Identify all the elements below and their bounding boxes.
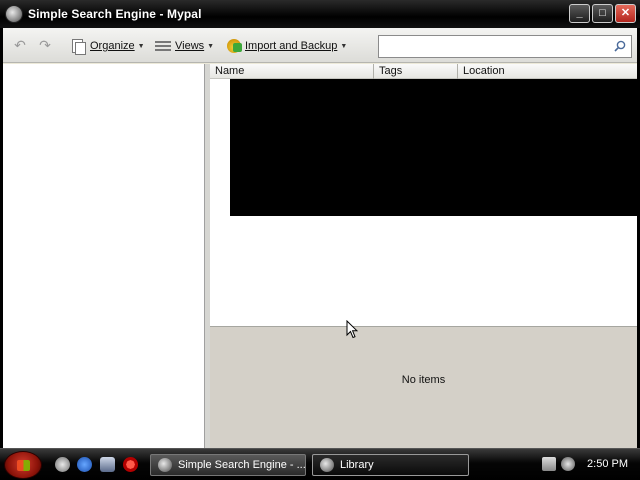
close-button[interactable]: ✕ bbox=[615, 4, 636, 23]
taskbar-item-library[interactable]: Library bbox=[312, 454, 469, 476]
organize-label: Organize bbox=[90, 40, 135, 52]
chevron-down-icon: ▼ bbox=[207, 42, 215, 50]
import-backup-icon bbox=[227, 39, 242, 53]
internet-explorer-icon[interactable] bbox=[77, 457, 92, 472]
search-icon[interactable] bbox=[614, 40, 626, 52]
mypal-icon bbox=[158, 458, 172, 472]
back-arrow-icon[interactable]: ↶ bbox=[11, 37, 29, 53]
maximize-button[interactable]: □ bbox=[592, 4, 613, 23]
forward-arrow-icon[interactable]: ↷ bbox=[36, 37, 54, 53]
volume-icon[interactable] bbox=[561, 457, 575, 471]
views-button[interactable]: Views ▼ bbox=[155, 36, 214, 56]
library-window: ↶ ↷ Organize ▼ Views ▼ Import and Backup… bbox=[3, 28, 637, 448]
search-box[interactable] bbox=[378, 35, 632, 58]
taskbar-item-label: Library bbox=[340, 459, 374, 471]
search-input[interactable] bbox=[379, 36, 604, 57]
column-header-tags[interactable]: Tags bbox=[374, 64, 458, 79]
import-backup-label: Import and Backup bbox=[245, 40, 338, 52]
start-button[interactable] bbox=[4, 451, 42, 479]
window-title: Simple Search Engine - Mypal bbox=[28, 7, 202, 21]
organize-icon bbox=[70, 38, 86, 55]
minimize-button[interactable]: _ bbox=[569, 4, 590, 23]
toolbar: ↶ ↷ Organize ▼ Views ▼ Import and Backup… bbox=[3, 28, 637, 63]
chevron-down-icon: ▼ bbox=[340, 42, 348, 50]
window-controls: _ □ ✕ bbox=[569, 4, 636, 23]
views-label: Views bbox=[175, 40, 205, 52]
details-pane: No items bbox=[210, 326, 637, 448]
network-icon[interactable] bbox=[542, 457, 556, 471]
folder-tree-pane[interactable] bbox=[3, 64, 205, 448]
show-desktop-icon[interactable] bbox=[100, 457, 115, 472]
quicklaunch-browser-icon[interactable] bbox=[55, 457, 70, 472]
empty-status-text: No items bbox=[401, 374, 446, 386]
taskbar: Simple Search Engine - ... Library 2:50 … bbox=[0, 448, 640, 480]
redacted-region bbox=[230, 79, 637, 216]
bookmark-list-pane[interactable]: Name Tags Location bbox=[210, 64, 637, 326]
taskbar-item-search-engine[interactable]: Simple Search Engine - ... bbox=[150, 454, 306, 476]
chevron-down-icon: ▼ bbox=[137, 42, 145, 50]
mypal-icon bbox=[320, 458, 334, 472]
mouse-cursor-icon bbox=[346, 320, 358, 339]
column-header-name[interactable]: Name bbox=[210, 64, 374, 79]
column-headers: Name Tags Location bbox=[210, 64, 637, 79]
taskbar-item-label: Simple Search Engine - ... bbox=[178, 459, 306, 471]
views-icon bbox=[155, 41, 171, 51]
organize-button[interactable]: Organize ▼ bbox=[70, 36, 145, 56]
app-icon[interactable] bbox=[5, 5, 23, 23]
clock[interactable]: 2:50 PM bbox=[587, 458, 628, 470]
title-bar: Simple Search Engine - Mypal _ □ ✕ bbox=[0, 0, 640, 28]
import-backup-button[interactable]: Import and Backup ▼ bbox=[227, 36, 347, 56]
column-header-location[interactable]: Location bbox=[458, 64, 637, 79]
opera-icon[interactable] bbox=[123, 457, 138, 472]
